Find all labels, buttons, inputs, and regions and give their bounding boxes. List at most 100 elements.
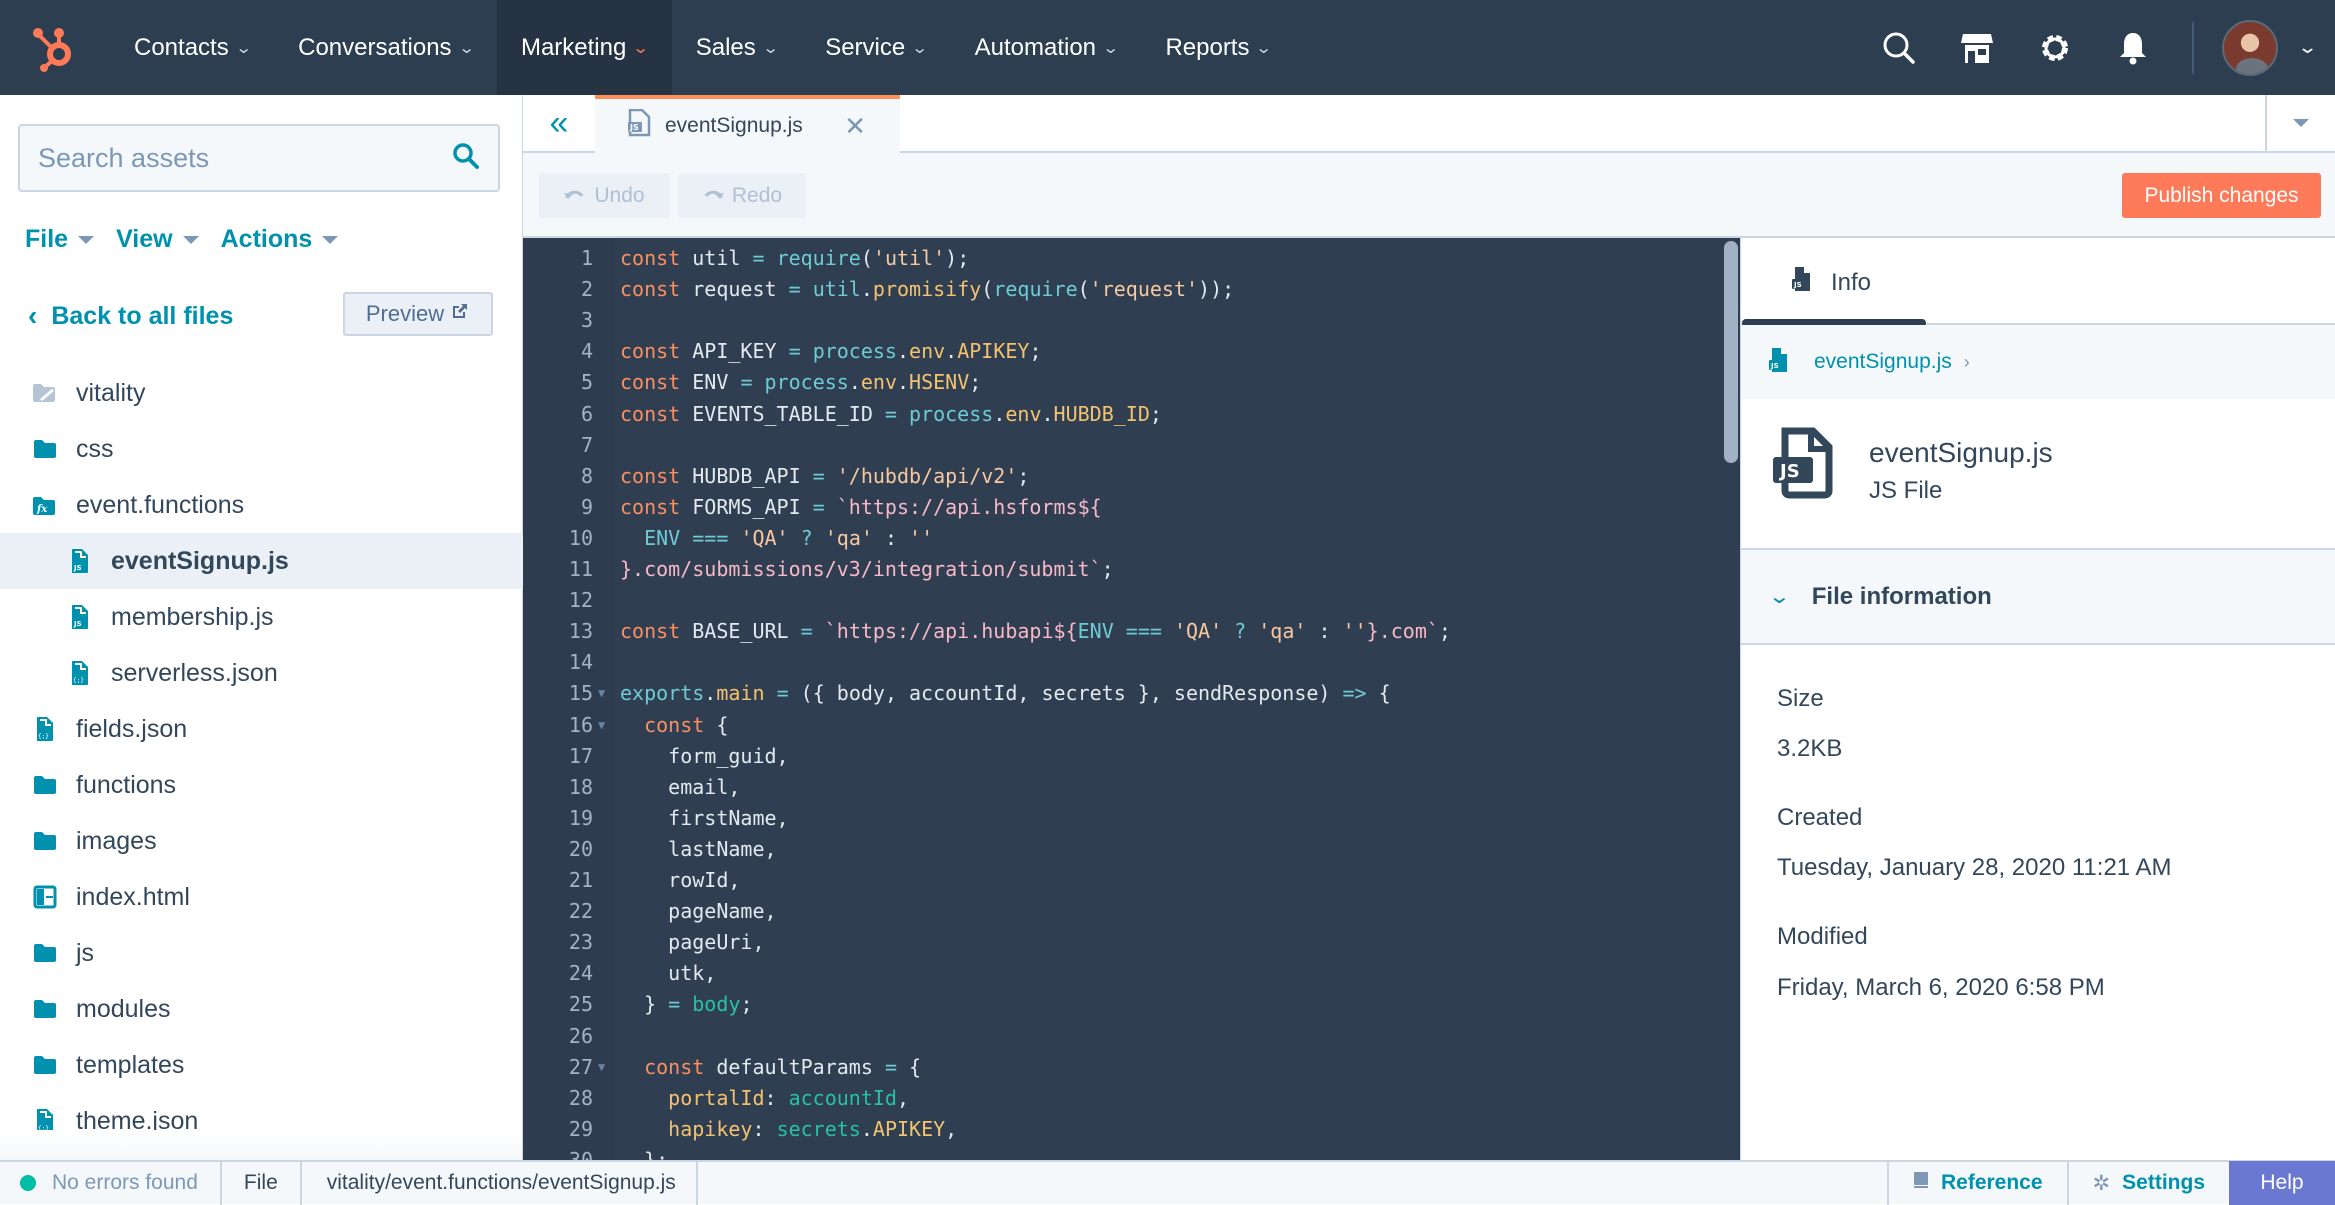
file-tree-item[interactable]: js xyxy=(0,925,523,981)
code-line[interactable]: 11}.com/submissions/v3/integration/submi… xyxy=(523,554,1740,585)
code-line[interactable]: 18 email, xyxy=(523,772,1740,803)
hubspot-logo-icon[interactable] xyxy=(0,0,110,95)
menu-view[interactable]: View xyxy=(116,225,199,254)
line-number: 15 xyxy=(568,681,593,706)
code-line[interactable]: 2 const request = util.promisify(require(… xyxy=(523,274,1740,305)
code-token: }.com/submissions/v3/integration/submit` xyxy=(620,557,1102,581)
help-button[interactable]: Help xyxy=(2229,1161,2335,1205)
account-menu-chevron-icon[interactable]: ⌄ xyxy=(2297,37,2318,58)
editor-scrollbar[interactable] xyxy=(1723,238,1740,1160)
nav-item-automation[interactable]: Automation ⌄ xyxy=(951,0,1142,95)
code-token: secrets xyxy=(776,1116,861,1141)
fold-toggle-icon[interactable]: ▼ xyxy=(598,1052,605,1083)
code-line[interactable]: 28 portalId: accountId, xyxy=(523,1083,1740,1114)
code-line[interactable]: 17 form_guid, xyxy=(523,741,1740,772)
nav-divider xyxy=(2191,21,2194,74)
nav-item-conversations[interactable]: Conversations ⌄ xyxy=(274,0,497,95)
code-line[interactable]: 27 ▼ const defaultParams = { xyxy=(523,1052,1740,1083)
nav-item-contacts[interactable]: Contacts ⌄ xyxy=(110,0,274,95)
marketplace-icon[interactable] xyxy=(1938,0,2016,95)
nav-item-service[interactable]: Service ⌄ xyxy=(801,0,950,95)
reference-button[interactable]: Reference xyxy=(1886,1161,2067,1205)
nav-item-reports[interactable]: Reports ⌄ xyxy=(1141,0,1294,95)
code-line[interactable]: 6 const EVENTS_TABLE_ID = process.env.HUB… xyxy=(523,399,1740,430)
code-line[interactable]: 12 xyxy=(523,585,1740,616)
file-tree-item[interactable]: modules xyxy=(0,981,523,1037)
search-icon[interactable] xyxy=(1860,0,1938,95)
user-avatar[interactable] xyxy=(2221,19,2278,76)
code-line[interactable]: 29 hapikey: secrets.APIKEY, xyxy=(523,1114,1740,1145)
file-tree-item[interactable]: vitality xyxy=(0,365,523,421)
tab-eventsignup-js[interactable]: JS eventSignup.js ✕ xyxy=(595,95,900,153)
file-tree-item[interactable]: {;} serverless.json xyxy=(0,645,523,701)
file-tree-item[interactable]: templates xyxy=(0,1037,523,1093)
code-line[interactable]: 10 ENV === 'QA' ? 'qa' : '' xyxy=(523,523,1740,554)
caret-down-icon xyxy=(78,235,95,244)
settings-button[interactable]: ✲ Settings xyxy=(2066,1161,2229,1205)
code-token: 'util' xyxy=(872,246,946,270)
menu-actions[interactable]: Actions xyxy=(221,225,339,254)
code-line[interactable]: 19 firstName, xyxy=(523,803,1740,834)
chevron-down-icon: ⌄ xyxy=(457,39,475,57)
code-line[interactable]: 5 const ENV = process.env.HSENV; xyxy=(523,367,1740,398)
code-line[interactable]: 7 xyxy=(523,430,1740,461)
code-line[interactable]: 1 const util = require('util'); xyxy=(523,243,1740,274)
file-tree-item[interactable]: JS membership.js xyxy=(0,589,523,645)
settings-icon[interactable] xyxy=(2016,0,2094,95)
line-number: 30 xyxy=(568,1147,593,1160)
code-line[interactable]: 26 xyxy=(523,1021,1740,1052)
file-tree-item[interactable]: fx event.functions xyxy=(0,477,523,533)
line-number: 4 xyxy=(580,339,593,364)
code-line[interactable]: 8 const HUBDB_API = '/hubdb/api/v2'; xyxy=(523,461,1740,492)
nav-item-sales[interactable]: Sales ⌄ xyxy=(672,0,801,95)
menu-file[interactable]: File xyxy=(25,225,95,254)
file-tree-item[interactable]: {;} fields.json xyxy=(0,701,523,757)
search-icon[interactable] xyxy=(452,142,480,175)
code-line[interactable]: 30 }; xyxy=(523,1145,1740,1160)
code-token: 'QA' xyxy=(740,525,789,550)
search-assets-input[interactable] xyxy=(38,142,452,174)
code-line[interactable]: 21 rowId, xyxy=(523,865,1740,896)
tabs-overflow-dropdown[interactable] xyxy=(2265,95,2335,151)
breadcrumb-file-link[interactable]: eventSignup.js xyxy=(1814,350,1952,374)
file-tree-item[interactable]: css xyxy=(0,421,523,477)
close-tab-icon[interactable]: ✕ xyxy=(844,111,866,142)
file-information-toggle[interactable]: ⌄ File information xyxy=(1741,550,2335,645)
code-line[interactable]: 24 utk, xyxy=(523,958,1740,989)
code-line[interactable]: 9 const FORMS_API = `https://api.hsforms$… xyxy=(523,492,1740,523)
line-number: 12 xyxy=(568,588,593,613)
back-to-all-files-link[interactable]: ‹ Back to all files xyxy=(28,300,233,332)
editor-scroll-thumb[interactable] xyxy=(1724,241,1738,463)
code-line[interactable]: 23 pageUri, xyxy=(523,927,1740,958)
file-tree-item[interactable]: JS eventSignup.js xyxy=(0,533,523,589)
code-editor[interactable]: 1 const util = require('util'); 2 const req… xyxy=(523,238,1740,1160)
code-line[interactable]: 20 lastName, xyxy=(523,834,1740,865)
code-line[interactable]: 14 xyxy=(523,647,1740,678)
undo-button[interactable]: Undo xyxy=(539,173,670,218)
file-tree-item[interactable]: functions xyxy=(0,757,523,813)
code-token: = xyxy=(788,277,801,302)
fold-toggle-icon[interactable]: ▼ xyxy=(598,678,605,709)
notifications-icon[interactable] xyxy=(2094,0,2172,95)
code-line[interactable]: 25 } = body; xyxy=(523,989,1740,1020)
svg-text:{;}: {;} xyxy=(38,733,49,740)
file-tree-item[interactable]: index.html xyxy=(0,869,523,925)
code-line[interactable]: 3 xyxy=(523,305,1740,336)
tab-info[interactable]: JS Info xyxy=(1791,266,1871,299)
book-icon xyxy=(1913,1171,1929,1195)
code-line[interactable]: 16 ▼ const { xyxy=(523,710,1740,741)
collapse-sidebar-button[interactable]: « xyxy=(523,95,595,151)
preview-button[interactable]: Preview xyxy=(343,292,493,336)
publish-changes-button[interactable]: Publish changes xyxy=(2122,173,2321,218)
file-tree-item[interactable]: images xyxy=(0,813,523,869)
redo-button[interactable]: Redo xyxy=(678,173,806,218)
code-line[interactable]: 4 const API_KEY = process.env.APIKEY; xyxy=(523,336,1740,367)
code-line[interactable]: 22 pageName, xyxy=(523,896,1740,927)
code-line[interactable]: 15 ▼ exports.main = ({ body, accountId, se… xyxy=(523,678,1740,709)
search-assets-field[interactable] xyxy=(18,124,500,192)
nav-item-marketing[interactable]: Marketing ⌄ xyxy=(496,0,672,95)
code-line[interactable]: 13 const BASE_URL = `https://api.hubapi${… xyxy=(523,616,1740,647)
fold-toggle-icon[interactable]: ▼ xyxy=(598,710,605,741)
